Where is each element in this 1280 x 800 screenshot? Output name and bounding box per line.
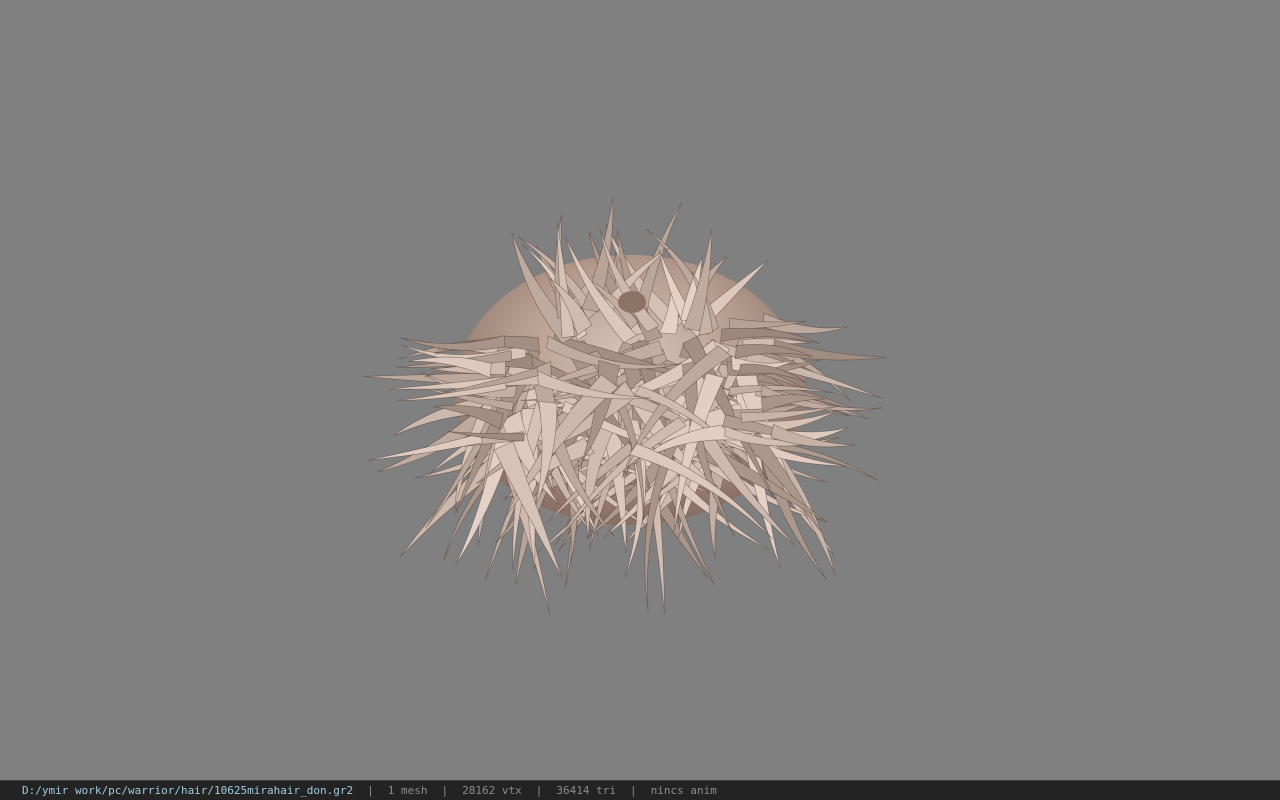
hair-crown [618, 291, 646, 313]
mesh-count: 1 mesh [387, 784, 428, 797]
hair-model-render [363, 197, 887, 615]
separator: | [367, 784, 374, 797]
triangle-count: 36414 tri [556, 784, 616, 797]
separator: | [441, 784, 449, 797]
separator: | [535, 784, 543, 797]
hair-strands [363, 197, 887, 615]
status-bar: D:/ymir work/pc/warrior/hair/10625miraha… [0, 780, 1280, 800]
vertex-count: 28162 vtx [462, 784, 522, 797]
separator: | [629, 784, 637, 797]
3d-viewport[interactable] [0, 0, 1280, 780]
file-path: D:/ymir work/pc/warrior/hair/10625miraha… [22, 784, 354, 797]
animation-status: nincs anim [650, 784, 717, 797]
